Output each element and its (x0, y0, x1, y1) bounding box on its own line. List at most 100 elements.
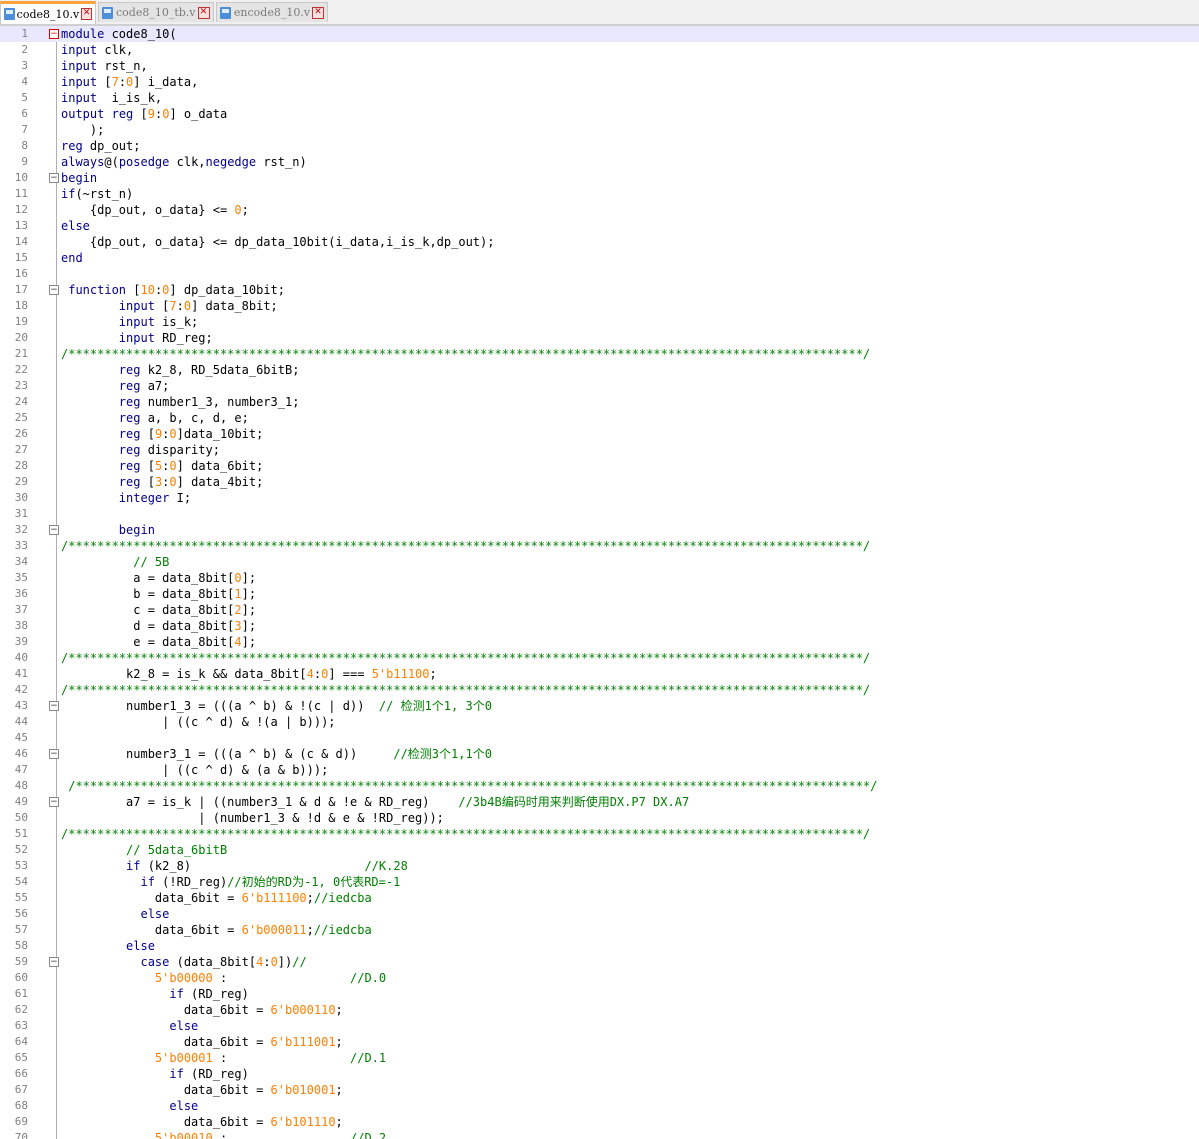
code-line[interactable]: 44 | ((c ^ d) & !(a | b))); (0, 714, 1199, 730)
code-text: data_6bit = 6'b111100;//iedcba (61, 891, 372, 905)
code-line[interactable]: 41 k2_8 = is_k && data_8bit[4:0] === 5'b… (0, 666, 1199, 682)
code-line[interactable]: 25 reg a, b, c, d, e; (0, 410, 1199, 426)
close-icon[interactable]: ✕ (197, 6, 210, 19)
line-number: 32 (14, 523, 28, 536)
code-line[interactable]: 40 /*************************************… (0, 650, 1199, 666)
code-text: | (number1_3 & !d & e & !RD_reg)); (61, 811, 444, 825)
code-line[interactable]: 14 {dp_out, o_data} <= dp_data_10bit(i_d… (0, 234, 1199, 250)
code-text: reg number1_3, number3_1; (118, 395, 300, 409)
fold-toggle-icon[interactable]: − (49, 173, 59, 183)
code-text: 5'b00010 : //D.2 (154, 1131, 387, 1139)
fold-toggle-icon[interactable]: − (49, 29, 59, 39)
code-line[interactable]: 59 − case (data_8bit[4:0])// (0, 954, 1199, 970)
code-line[interactable]: 9 always@(posedge clk,negedge rst_n) (0, 154, 1199, 170)
code-line[interactable]: 43 − number1_3 = (((a ^ b) & !(c | d)) //… (0, 698, 1199, 714)
code-line[interactable]: 67 data_6bit = 6'b010001; (0, 1082, 1199, 1098)
line-number: 12 (14, 203, 28, 216)
code-line[interactable]: 18 input [7:0] data_8bit; (0, 298, 1199, 314)
code-line[interactable]: 37 c = data_8bit[2]; (0, 602, 1199, 618)
code-text: begin (61, 171, 98, 185)
code-line[interactable]: 22 reg k2_8, RD_5data_6bitB; (0, 362, 1199, 378)
code-line[interactable]: 16 (0, 266, 1199, 282)
code-line[interactable]: 46 − number3_1 = (((a ^ b) & (c & d)) //检… (0, 746, 1199, 762)
code-line[interactable]: 50 | (number1_3 & !d & e & !RD_reg)); (0, 810, 1199, 826)
code-line[interactable]: 39 e = data_8bit[4]; (0, 634, 1199, 650)
code-line[interactable]: 28 reg [5:0] data_6bit; (0, 458, 1199, 474)
code-line[interactable]: 65 5'b00001 : //D.1 (0, 1050, 1199, 1066)
code-line[interactable]: 48 /************************************… (0, 778, 1199, 794)
tab-code8-10-tb[interactable]: code8_10_tb.v ✕ (98, 2, 214, 22)
code-text: if (!RD_reg)//初始的RD为-1, 0代表RD=-1 (140, 875, 401, 889)
code-line[interactable]: 32 − begin (0, 522, 1199, 538)
code-line[interactable]: 58 else (0, 938, 1199, 954)
code-line[interactable]: 66 if (RD_reg) (0, 1066, 1199, 1082)
code-text: input i_is_k, (61, 91, 163, 105)
code-line[interactable]: 4 input [7:0] i_data, (0, 74, 1199, 90)
code-line[interactable]: 20 input RD_reg; (0, 330, 1199, 346)
tab-encode8-10[interactable]: encode8_10.v ✕ (216, 2, 328, 22)
code-line[interactable]: 31 (0, 506, 1199, 522)
code-line[interactable]: 12 {dp_out, o_data} <= 0; (0, 202, 1199, 218)
code-line[interactable]: 35 a = data_8bit[0]; (0, 570, 1199, 586)
code-line[interactable]: 8 reg dp_out; (0, 138, 1199, 154)
code-line[interactable]: 29 reg [3:0] data_4bit; (0, 474, 1199, 490)
code-line[interactable]: 57 data_6bit = 6'b000011;//iedcba (0, 922, 1199, 938)
fold-toggle-icon[interactable]: − (49, 749, 59, 759)
code-line[interactable]: 10 − begin (0, 170, 1199, 186)
code-text: | ((c ^ d) & (a & b))); (61, 763, 329, 777)
close-icon[interactable]: ✕ (81, 8, 92, 20)
code-line[interactable]: 30 integer I; (0, 490, 1199, 506)
code-line[interactable]: 70 5'b00010 : //D.2 (0, 1130, 1199, 1139)
code-line[interactable]: 6 output reg [9:0] o_data (0, 106, 1199, 122)
code-line[interactable]: 55 data_6bit = 6'b111100;//iedcba (0, 890, 1199, 906)
code-line[interactable]: 42 /*************************************… (0, 682, 1199, 698)
fold-toggle-icon[interactable]: − (49, 957, 59, 967)
code-line[interactable]: 45 (0, 730, 1199, 746)
code-line[interactable]: 24 reg number1_3, number3_1; (0, 394, 1199, 410)
code-editor[interactable]: 1− module code8_10(2 input clk, 3 input rst_… (0, 26, 1199, 1139)
code-line[interactable]: 62 data_6bit = 6'b000110; (0, 1002, 1199, 1018)
code-line[interactable]: 63 else (0, 1018, 1199, 1034)
code-line[interactable]: 3 input rst_n, (0, 58, 1199, 74)
code-text: input [7:0] i_data, (61, 75, 199, 89)
code-line[interactable]: 56 else (0, 906, 1199, 922)
tab-code8-10[interactable]: code8_10.v ✕ (0, 1, 96, 24)
fold-toggle-icon[interactable]: − (49, 525, 59, 535)
code-line[interactable]: 34 // 5B (0, 554, 1199, 570)
code-line[interactable]: 33 /*************************************… (0, 538, 1199, 554)
code-line[interactable]: 7 ); (0, 122, 1199, 138)
close-icon[interactable]: ✕ (312, 6, 324, 19)
code-line[interactable]: 60 5'b00000 : //D.0 (0, 970, 1199, 986)
code-line[interactable]: 11 if(~rst_n) (0, 186, 1199, 202)
fold-toggle-icon[interactable]: − (49, 285, 59, 295)
fold-toggle-icon[interactable]: − (49, 797, 59, 807)
code-line[interactable]: 64 data_6bit = 6'b111001; (0, 1034, 1199, 1050)
code-line[interactable]: 17 − function [10:0] dp_data_10bit; (0, 282, 1199, 298)
code-line[interactable]: 23 reg a7; (0, 378, 1199, 394)
code-line[interactable]: 15 end (0, 250, 1199, 266)
code-text: reg disparity; (118, 443, 220, 457)
code-line[interactable]: 1 − module code8_10( (0, 26, 1199, 42)
code-text: function [10:0] dp_data_10bit; (68, 283, 285, 297)
code-line[interactable]: 53 if (k2_8) //K.28 (0, 858, 1199, 874)
code-line[interactable]: 68 else (0, 1098, 1199, 1114)
code-line[interactable]: 13 else (0, 218, 1199, 234)
code-line[interactable]: 47 | ((c ^ d) & (a & b))); (0, 762, 1199, 778)
code-line[interactable]: 52 // 5data_6bitB (0, 842, 1199, 858)
code-line[interactable]: 69 data_6bit = 6'b101110; (0, 1114, 1199, 1130)
code-line[interactable]: 49 − a7 = is_k | ((number3_1 & d & !e & R… (0, 794, 1199, 810)
code-line[interactable]: 27 reg disparity; (0, 442, 1199, 458)
code-line[interactable]: 61 if (RD_reg) (0, 986, 1199, 1002)
code-line[interactable]: 5 input i_is_k, (0, 90, 1199, 106)
code-text: 5'b00000 : //D.0 (154, 971, 387, 985)
code-line[interactable]: 19 input is_k; (0, 314, 1199, 330)
code-line[interactable]: 26 reg [9:0]data_10bit; (0, 426, 1199, 442)
code-line[interactable]: 51 /*************************************… (0, 826, 1199, 842)
code-line[interactable]: 2 input clk, (0, 42, 1199, 58)
line-number: 63 (14, 1019, 28, 1032)
code-line[interactable]: 36 b = data_8bit[1]; (0, 586, 1199, 602)
code-line[interactable]: 38 d = data_8bit[3]; (0, 618, 1199, 634)
code-line[interactable]: 54 if (!RD_reg)//初始的RD为-1, 0代表RD=-1 (0, 874, 1199, 890)
fold-toggle-icon[interactable]: − (49, 701, 59, 711)
code-line[interactable]: 21 /*************************************… (0, 346, 1199, 362)
